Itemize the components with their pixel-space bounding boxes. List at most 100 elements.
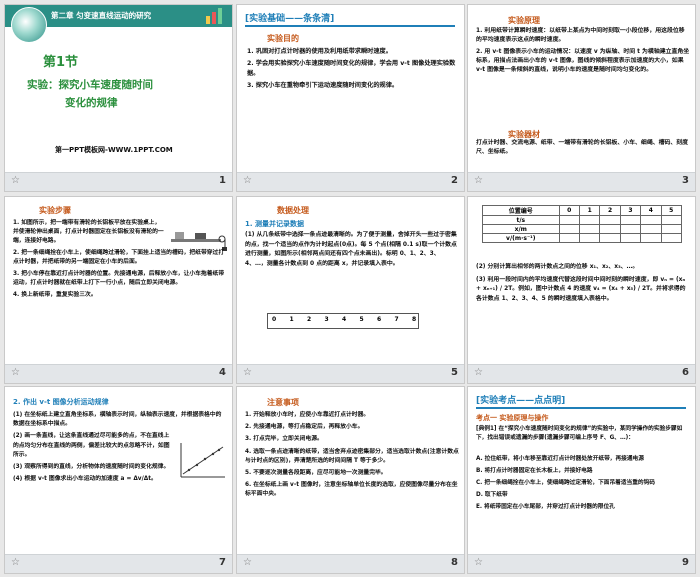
list-item: (3) 利用一段时间内的平均速度代替这段时间中间时刻的瞬时速度，即 vₙ = (… [476, 276, 686, 302]
slide-footer: ☆ 2 [237, 172, 464, 191]
point-heading: 考点一 实验原理与操作 [476, 414, 549, 422]
template-source: 第一PPT模板网-WWW.1PPT.COM [55, 146, 173, 154]
table-header-cell: 1 [578, 205, 601, 216]
list-item: 3. 探究小车在重物牵引下运动速度随时间变化的规律。 [247, 82, 399, 90]
table-header-row: 位置编号 0 1 2 3 4 5 [482, 205, 683, 216]
list-item: 4. 换上新纸带，重复实验三次。 [13, 292, 97, 298]
slide-thumbnail-5[interactable]: 数据处理 1. 测量并记录数据 (1) 从几条纸带中选择一条点迹最清晰的。为了便… [236, 196, 465, 384]
bar-chart-icon [206, 8, 224, 24]
item-list: 1. 如图所示，把一端带有滑轮的长铝板平放在实验桌上，并使滑轮伸出桌面，打点计时… [13, 219, 227, 303]
slide-number: 1 [219, 175, 226, 186]
tape-point-label: 6 [377, 316, 382, 323]
table-row: x/m [482, 224, 683, 234]
star-icon[interactable]: ☆ [243, 367, 252, 378]
list-item: 1. 利用纸带计算瞬时速度：以纸带上某点为中间时刻取一小段位移，用这段位移的平均… [476, 28, 685, 43]
slide-footer: ☆ 3 [468, 172, 695, 191]
slide-thumbnail-8[interactable]: 注意事项 1. 开始释放小车时，应使小车靠近打点计时器。 2. 先接通电源，等打… [236, 386, 465, 574]
list-item: 1. 如图所示，把一端带有滑轮的长铝板平放在实验桌上，并使滑轮伸出桌面，打点计时… [13, 220, 164, 244]
star-icon[interactable]: ☆ [474, 367, 483, 378]
list-item: 5. 不要逐次测量各段距离，应尽可能地一次测量完毕。 [245, 470, 387, 477]
slide-thumbnail-7[interactable]: 2. 作出 v-t 图像分析运动规律 (1) 在坐标纸上建立直角坐标系，横轴表示… [4, 386, 233, 574]
slide-footer: ☆ 9 [468, 554, 695, 573]
table-header-cell: 3 [619, 205, 642, 216]
slide-thumbnail-3[interactable]: 实验原理 1. 利用纸带计算瞬时速度：以纸带上某点为中间时刻取一小段位移，用这段… [467, 4, 696, 192]
row-label: x/m [482, 224, 560, 234]
row-label: v/(m·s⁻¹) [482, 233, 560, 243]
subhead: 实验目的 [267, 34, 299, 43]
vt-graph-diagram [180, 443, 225, 478]
dandelion-logo-icon [11, 7, 47, 43]
section-header: [实验基础——条条清] [245, 11, 455, 27]
table-row: t/s [482, 215, 683, 225]
list-item: D. 取下纸带 [476, 492, 508, 498]
list-item: C. 把一条细绳拴在小车上，使细绳跨过定滑轮，下面吊着适当重的钩码 [476, 480, 655, 486]
slide-thumbnail-1[interactable]: 第二章 匀变速直线运动的研究 第1节 实验：探究小车速度随时间 变化的规律 第一… [4, 4, 233, 192]
tape-point-label: 0 [272, 316, 277, 323]
subhead: 注意事项 [267, 398, 299, 407]
slide-number: 3 [682, 175, 689, 186]
table-header-cell: 5 [660, 205, 683, 216]
star-icon[interactable]: ☆ [11, 175, 20, 186]
example-text: [典例1] 在“探究小车速度随时间变化的规律”的实验中，某同学操作的实验步骤如下… [476, 426, 683, 441]
list-item: 2. 用 v-t 图像表示小车的运动情况：以速度 v 为纵轴、时间 t 为横轴建… [476, 49, 690, 73]
subhead: 数据处理 [277, 206, 309, 215]
star-icon[interactable]: ☆ [474, 557, 483, 568]
table-header-cell: 4 [640, 205, 662, 216]
star-icon[interactable]: ☆ [11, 557, 20, 568]
data-table: 位置编号 0 1 2 3 4 5 t/s x/m v/(m·s⁻¹) [482, 205, 683, 243]
star-icon[interactable]: ☆ [11, 367, 20, 378]
slide-number: 9 [682, 557, 689, 568]
slide-footer: ☆ 1 [5, 172, 232, 191]
slide-footer: ☆ 7 [5, 554, 232, 573]
list-item: 3. 打点完毕，立即关闭电源。 [245, 436, 323, 443]
table-row: v/(m·s⁻¹) [482, 233, 683, 243]
slide-number: 6 [682, 367, 689, 378]
list-item: (2) 画一条直线，让这条直线通过尽可能多的点，不在直线上的点均匀分布在直线的两… [13, 433, 170, 458]
option-list: A. 拉住纸带，将小车移至靠近打点计时器处放开纸带，再接通电源 B. 将打点计时… [476, 455, 690, 515]
slide-footer: ☆ 4 [5, 364, 232, 383]
slide-footer: ☆ 5 [237, 364, 464, 383]
star-icon[interactable]: ☆ [474, 175, 483, 186]
list-item: 2. 把一条细绳拴在小车上，使细绳跨过滑轮，下面挂上适当的槽码，把纸带穿过打点计… [13, 250, 225, 265]
section-header: [实验考点——点点明] [476, 393, 686, 409]
row-label: t/s [482, 215, 560, 225]
tape-point-label: 1 [289, 316, 294, 323]
item-list: (2) 分别计算出相邻的两计数点之间的位移 x₁、x₂、x₃、…。 (3) 利用… [476, 263, 690, 307]
point-heading: 1. 测量并记录数据 [245, 220, 304, 228]
list-item: (2) 分别计算出相邻的两计数点之间的位移 x₁、x₂、x₃、…。 [476, 264, 639, 270]
list-item: A. 拉住纸带，将小车移至靠近打点计时器处放开纸带，再接通电源 [476, 456, 644, 462]
slide-title-line2: 变化的规律 [65, 97, 118, 109]
tape-point-label: 7 [394, 316, 399, 323]
table-header-cell: 2 [599, 205, 621, 216]
tape-point-label: 3 [324, 316, 329, 323]
equipment-text: 打点计时器、交流电源、纸带、一端带有滑轮的长铝板、小车、细绳、槽码、刻度尺、坐标… [476, 140, 689, 155]
list-item: 4. 选取一条点迹清晰的纸带，适当舍弃点迹密集部分，适当选取计数点(注意计数点与… [245, 448, 459, 464]
star-icon[interactable]: ☆ [243, 175, 252, 186]
list-item: 6. 在坐标纸上画 v-t 图像时，注意坐标轴单位长度的选取，应使图像尽量分布在… [245, 482, 458, 498]
slide-thumbnail-4[interactable]: 实验步骤 1. 如图所示，把一端带有滑轮的长铝板平放在实验桌上，并使滑轮伸出桌面… [4, 196, 233, 384]
slide-title-line1: 实验：探究小车速度随时间 [27, 79, 153, 91]
slide-number: 8 [451, 557, 458, 568]
paper-tape-diagram: 0 1 2 3 4 5 6 7 8 [267, 313, 419, 329]
item-list: 1. 巩固对打点计时器的使用及利用纸带求瞬时速度。 2. 学会用实验探究小车速度… [247, 47, 457, 94]
section-number: 第1节 [43, 55, 79, 70]
list-item: 1. 开始释放小车时，应使小车靠近打点计时器。 [245, 412, 370, 418]
slide-footer: ☆ 6 [468, 364, 695, 383]
star-icon[interactable]: ☆ [243, 557, 252, 568]
item-list: 1. 开始释放小车时，应使小车靠近打点计时器。 2. 先接通电源，等打点稳定后，… [245, 411, 459, 503]
slide-thumbnail-9[interactable]: [实验考点——点点明] 考点一 实验原理与操作 [典例1] 在“探究小车速度随时… [467, 386, 696, 574]
list-item: 3. 把小车停在靠近打点计时器的位置。先接通电源，后释放小车，让小车拖着纸带运动… [13, 271, 225, 286]
slide-thumbnail-2[interactable]: [实验基础——条条清] 实验目的 1. 巩固对打点计时器的使用及利用纸带求瞬时速… [236, 4, 465, 192]
tape-point-label: 2 [307, 316, 312, 323]
list-item: (1) 在坐标纸上建立直角坐标系，横轴表示时间，纵轴表示速度，并根据表格中的数据… [13, 412, 222, 428]
list-item: E. 将纸带固定在小车尾部，并穿过打点计时器的限位孔 [476, 504, 615, 510]
chapter-banner-text: 第二章 匀变速直线运动的研究 [51, 11, 152, 20]
list-item: 1. 巩固对打点计时器的使用及利用纸带求瞬时速度。 [247, 48, 392, 55]
slide-number: 2 [451, 175, 458, 186]
slide-number: 7 [219, 557, 226, 568]
slide-thumbnail-6[interactable]: 位置编号 0 1 2 3 4 5 t/s x/m v/(m·s⁻¹) (2) 分别计算出相邻… [467, 196, 696, 384]
subhead: 实验原理 [508, 16, 540, 25]
table-header-label: 位置编号 [482, 205, 560, 216]
tape-point-label: 8 [412, 316, 417, 323]
tape-point-label: 4 [342, 316, 347, 323]
